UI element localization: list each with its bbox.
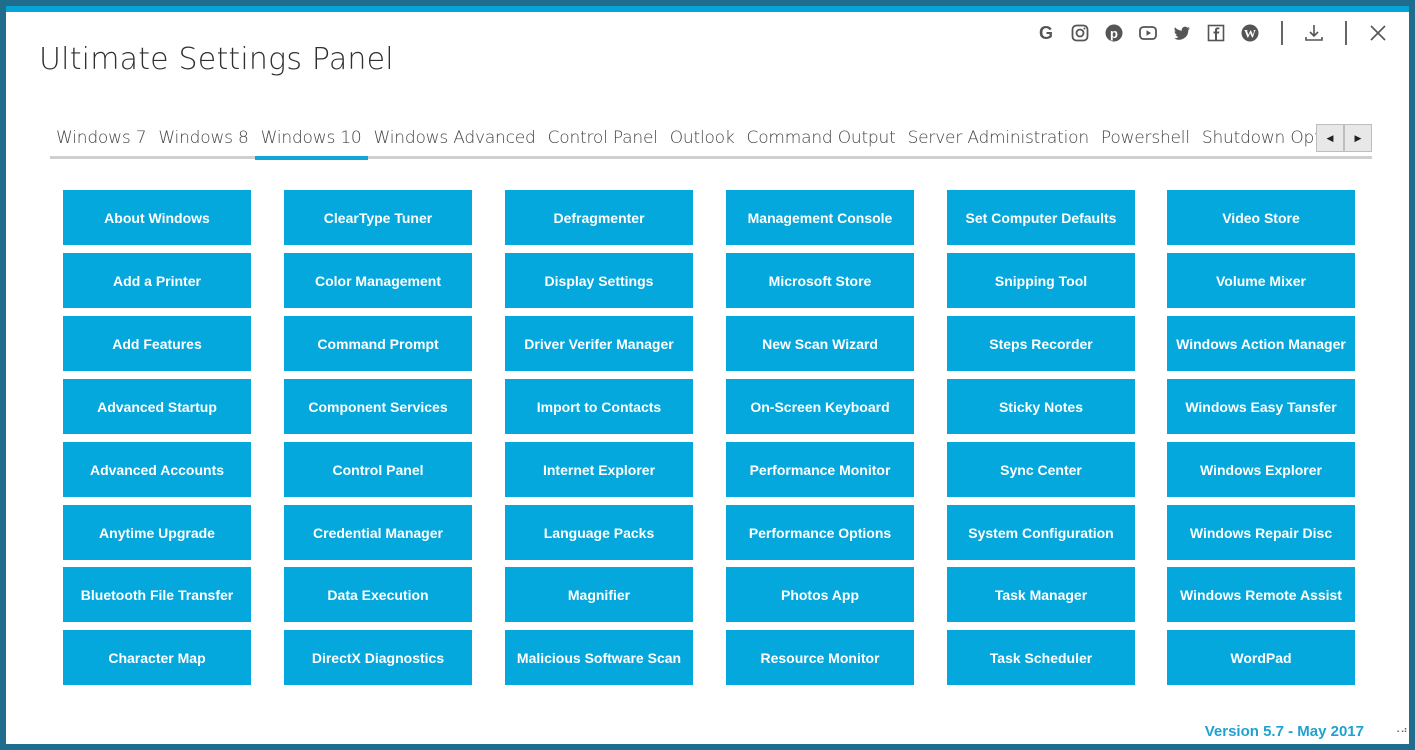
toolbar-divider (1345, 21, 1347, 45)
facebook-icon[interactable] (1203, 20, 1229, 46)
add-a-printer-button[interactable]: Add a Printer (63, 253, 251, 308)
windows-easy-tansfer-button[interactable]: Windows Easy Tansfer (1167, 379, 1355, 434)
anytime-upgrade-button[interactable]: Anytime Upgrade (63, 505, 251, 560)
version-label: Version 5.7 - May 2017 (1204, 723, 1364, 740)
windows-repair-disc-button[interactable]: Windows Repair Disc (1167, 505, 1355, 560)
windows-remote-assist-button[interactable]: Windows Remote Assist (1167, 567, 1355, 622)
management-console-button[interactable]: Management Console (726, 190, 914, 245)
new-scan-wizard-button[interactable]: New Scan Wizard (726, 316, 914, 371)
photos-app-button[interactable]: Photos App (726, 567, 914, 622)
tab-server-administration[interactable]: Server Administration (902, 120, 1095, 156)
download-icon[interactable] (1301, 20, 1327, 46)
pinterest-icon[interactable]: p (1101, 20, 1127, 46)
tab-bar: Windows 7 Windows 8 Windows 10 Windows Adva… (50, 120, 1372, 160)
youtube-icon[interactable] (1135, 20, 1161, 46)
windows-action-manager-button[interactable]: Windows Action Manager (1167, 316, 1355, 371)
import-to-contacts-button[interactable]: Import to Contacts (505, 379, 693, 434)
svg-text:G: G (1039, 23, 1053, 43)
twitter-icon[interactable] (1169, 20, 1195, 46)
display-settings-button[interactable]: Display Settings (505, 253, 693, 308)
color-management-button[interactable]: Color Management (284, 253, 472, 308)
malicious-software-scan-button[interactable]: Malicious Software Scan (505, 630, 693, 685)
app-window: Ultimate Settings Panel G p W Windows 7 … (6, 6, 1409, 744)
tab-shutdown-options[interactable]: Shutdown Options (1196, 120, 1316, 156)
tab-strip: Windows 7 Windows 8 Windows 10 Windows Adva… (50, 120, 1316, 160)
wordpad-button[interactable]: WordPad (1167, 630, 1355, 685)
directx-diagnostics-button[interactable]: DirectX Diagnostics (284, 630, 472, 685)
magnifier-button[interactable]: Magnifier (505, 567, 693, 622)
command-prompt-button[interactable]: Command Prompt (284, 316, 472, 371)
svg-text:W: W (1244, 27, 1256, 41)
tab-powershell[interactable]: Powershell (1095, 120, 1196, 156)
driver-verifer-manager-button[interactable]: Driver Verifer Manager (505, 316, 693, 371)
advanced-accounts-button[interactable]: Advanced Accounts (63, 442, 251, 497)
tab-scroll-right-button[interactable]: ▶ (1344, 124, 1372, 152)
advanced-startup-button[interactable]: Advanced Startup (63, 379, 251, 434)
header-toolbar: G p W (1029, 20, 1395, 46)
volume-mixer-button[interactable]: Volume Mixer (1167, 253, 1355, 308)
video-store-button[interactable]: Video Store (1167, 190, 1355, 245)
system-configuration-button[interactable]: System Configuration (947, 505, 1135, 560)
about-windows-button[interactable]: About Windows (63, 190, 251, 245)
defragmenter-button[interactable]: Defragmenter (505, 190, 693, 245)
tab-windows-8[interactable]: Windows 8 (152, 120, 254, 156)
svg-text:p: p (1110, 26, 1118, 41)
tab-windows-advanced[interactable]: Windows Advanced (368, 120, 542, 156)
windows-explorer-button[interactable]: Windows Explorer (1167, 442, 1355, 497)
tab-outlook[interactable]: Outlook (664, 120, 741, 156)
credential-manager-button[interactable]: Credential Manager (284, 505, 472, 560)
tab-windows-7[interactable]: Windows 7 (50, 120, 152, 156)
character-map-button[interactable]: Character Map (63, 630, 251, 685)
microsoft-store-button[interactable]: Microsoft Store (726, 253, 914, 308)
data-execution-button[interactable]: Data Execution (284, 567, 472, 622)
add-features-button[interactable]: Add Features (63, 316, 251, 371)
bluetooth-file-transfer-button[interactable]: Bluetooth File Transfer (63, 567, 251, 622)
on-screen-keyboard-button[interactable]: On-Screen Keyboard (726, 379, 914, 434)
sync-center-button[interactable]: Sync Center (947, 442, 1135, 497)
app-title: Ultimate Settings Panel (39, 42, 394, 77)
component-services-button[interactable]: Component Services (284, 379, 472, 434)
google-icon[interactable]: G (1033, 20, 1059, 46)
task-manager-button[interactable]: Task Manager (947, 567, 1135, 622)
close-icon[interactable] (1365, 20, 1391, 46)
set-computer-defaults-button[interactable]: Set Computer Defaults (947, 190, 1135, 245)
instagram-icon[interactable] (1067, 20, 1093, 46)
language-packs-button[interactable]: Language Packs (505, 505, 693, 560)
steps-recorder-button[interactable]: Steps Recorder (947, 316, 1135, 371)
cleartype-tuner-button[interactable]: ClearType Tuner (284, 190, 472, 245)
tab-scroll-controls: ◀ ▶ (1316, 124, 1372, 152)
sticky-notes-button[interactable]: Sticky Notes (947, 379, 1135, 434)
performance-monitor-button[interactable]: Performance Monitor (726, 442, 914, 497)
toolbar-divider (1281, 21, 1283, 45)
performance-options-button[interactable]: Performance Options (726, 505, 914, 560)
snipping-tool-button[interactable]: Snipping Tool (947, 253, 1135, 308)
tab-command-output[interactable]: Command Output (741, 120, 902, 156)
internet-explorer-button[interactable]: Internet Explorer (505, 442, 693, 497)
tab-windows-10[interactable]: Windows 10 (254, 120, 368, 160)
task-scheduler-button[interactable]: Task Scheduler (947, 630, 1135, 685)
control-panel-button[interactable]: Control Panel (284, 442, 472, 497)
tab-scroll-left-button[interactable]: ◀ (1316, 124, 1344, 152)
wordpress-icon[interactable]: W (1237, 20, 1263, 46)
tab-control-panel[interactable]: Control Panel (542, 120, 664, 156)
resize-grip[interactable]: ⠠⠴ (1393, 726, 1408, 740)
resource-monitor-button[interactable]: Resource Monitor (726, 630, 914, 685)
